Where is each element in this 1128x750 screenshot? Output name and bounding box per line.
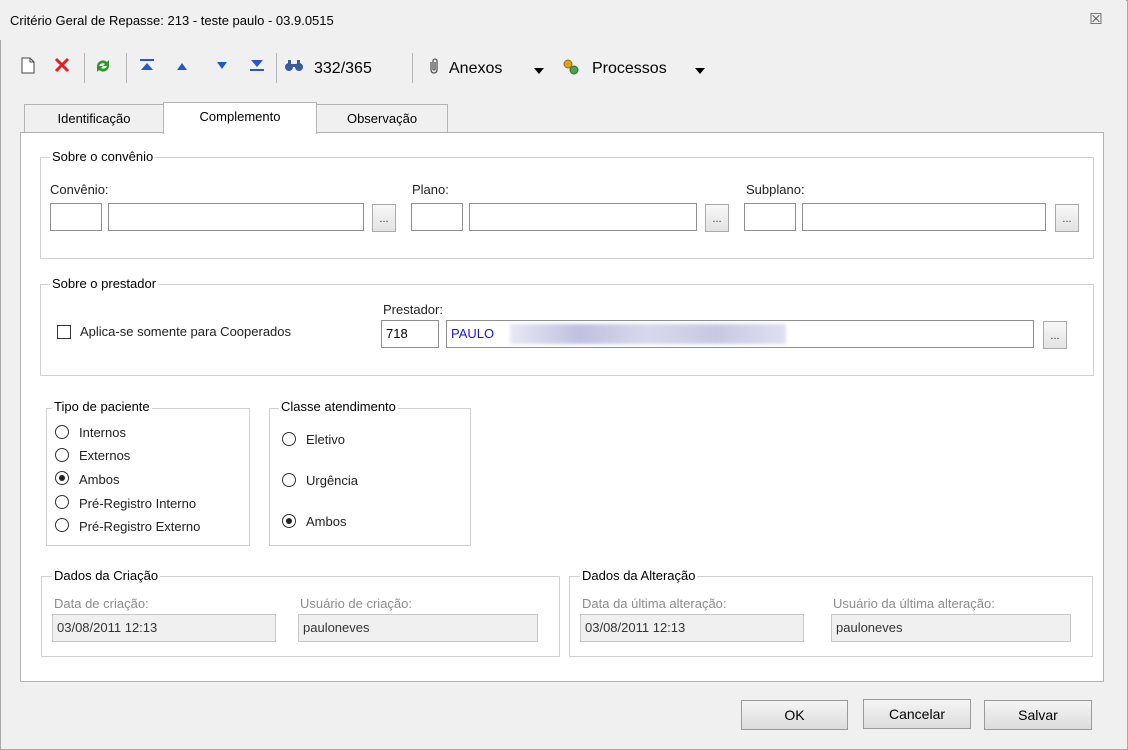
- toolbar-separator: [412, 53, 413, 83]
- classe-ambos-radio[interactable]: [282, 514, 296, 528]
- prestador-code-field[interactable]: 718: [381, 320, 439, 348]
- subplano-code-field[interactable]: [744, 203, 796, 231]
- chevron-down-icon[interactable]: [695, 68, 705, 74]
- tipo-pre-registro-interno-label[interactable]: Pré-Registro Interno: [79, 496, 196, 511]
- alteracao-date-label: Data da última alteração:: [582, 596, 727, 611]
- cooperados-checkbox-label[interactable]: Aplica-se somente para Cooperados: [80, 324, 291, 339]
- toolbar-separator: [126, 53, 127, 83]
- plano-lookup-button[interactable]: ...: [705, 204, 729, 232]
- first-record-icon[interactable]: [137, 57, 157, 79]
- new-icon[interactable]: [18, 57, 38, 79]
- plano-code-field[interactable]: [411, 203, 463, 231]
- criacao-user-field: pauloneves: [298, 614, 538, 642]
- title-bar: Critério Geral de Repasse: 213 - teste p…: [0, 0, 1126, 40]
- window-title: Critério Geral de Repasse: 213 - teste p…: [10, 13, 334, 28]
- classe-eletivo-label[interactable]: Eletivo: [306, 432, 345, 447]
- cancel-button[interactable]: Cancelar: [863, 699, 971, 729]
- tipo-ambos-radio[interactable]: [55, 471, 69, 485]
- criacao-user-label: Usuário de criação:: [300, 596, 412, 611]
- alteracao-date-field: 03/08/2011 12:13: [580, 614, 804, 642]
- ok-button[interactable]: OK: [741, 700, 848, 730]
- classe-atendimento-title: Classe atendimento: [279, 399, 398, 414]
- attachments-button[interactable]: Anexos: [449, 60, 502, 78]
- criacao-date-label: Data de criação:: [54, 596, 149, 611]
- tipo-internos-label[interactable]: Internos: [79, 425, 126, 440]
- convenio-label: Convênio:: [50, 182, 109, 197]
- criacao-date-field: 03/08/2011 12:13: [52, 614, 276, 642]
- classe-urgencia-label[interactable]: Urgência: [306, 473, 358, 488]
- convenio-lookup-button[interactable]: ...: [372, 204, 396, 232]
- tipo-pre-registro-externo-label[interactable]: Pré-Registro Externo: [79, 519, 200, 534]
- processes-icon[interactable]: [561, 57, 581, 79]
- tipo-pre-registro-interno-radio[interactable]: [55, 495, 69, 509]
- save-button[interactable]: Salvar: [984, 700, 1092, 730]
- classe-ambos-label[interactable]: Ambos: [306, 514, 346, 529]
- paperclip-icon[interactable]: [424, 57, 444, 79]
- alteracao-user-field: pauloneves: [831, 614, 1071, 642]
- convenio-code-field[interactable]: [50, 203, 102, 231]
- alteracao-user-label: Usuário da última alteração:: [833, 596, 995, 611]
- last-record-icon[interactable]: [247, 57, 267, 79]
- redacted-overlay: [510, 324, 786, 344]
- classe-atendimento-groupbox: [269, 408, 471, 546]
- subplano-lookup-button[interactable]: ...: [1055, 204, 1079, 232]
- next-record-icon[interactable]: [212, 57, 232, 79]
- chevron-down-icon[interactable]: [534, 68, 544, 74]
- previous-record-icon[interactable]: [172, 57, 192, 79]
- tab-identificacao[interactable]: Identificação: [24, 104, 164, 133]
- close-icon[interactable]: ☒: [1086, 10, 1106, 30]
- record-counter: 332/365: [314, 60, 372, 77]
- tipo-paciente-title: Tipo de paciente: [52, 399, 152, 414]
- subplano-name-field[interactable]: [802, 203, 1046, 231]
- tipo-externos-radio[interactable]: [55, 448, 69, 462]
- tab-observacao[interactable]: Observação: [316, 104, 448, 133]
- prestador-lookup-button[interactable]: ...: [1043, 321, 1067, 349]
- toolbar-separator: [276, 53, 277, 83]
- dados-criacao-title: Dados da Criação: [52, 568, 161, 583]
- dados-alteracao-title: Dados da Alteração: [580, 568, 698, 583]
- processes-button[interactable]: Processos: [592, 60, 667, 78]
- tipo-externos-label[interactable]: Externos: [79, 448, 130, 463]
- classe-urgencia-radio[interactable]: [282, 473, 296, 487]
- toolbar-separator: [84, 53, 85, 83]
- subplano-label: Subplano:: [746, 182, 805, 197]
- tab-complemento[interactable]: Complemento: [163, 102, 317, 134]
- plano-name-field[interactable]: [469, 203, 697, 231]
- search-icon[interactable]: [284, 57, 304, 79]
- refresh-icon[interactable]: [93, 57, 113, 79]
- delete-icon[interactable]: [52, 57, 72, 79]
- tipo-internos-radio[interactable]: [55, 425, 69, 439]
- prestador-section-title: Sobre o prestador: [50, 276, 159, 291]
- cooperados-checkbox[interactable]: [57, 325, 71, 339]
- tipo-pre-registro-externo-radio[interactable]: [55, 518, 69, 532]
- tipo-ambos-label[interactable]: Ambos: [79, 472, 119, 487]
- toolbar: 332/365 Anexos Processos: [8, 46, 1118, 90]
- prestador-label: Prestador:: [383, 302, 443, 317]
- plano-label: Plano:: [412, 182, 449, 197]
- convenio-section-title: Sobre o convênio: [50, 149, 156, 164]
- prestador-name-value: PAULO: [451, 326, 495, 341]
- classe-eletivo-radio[interactable]: [282, 432, 296, 446]
- convenio-name-field[interactable]: [108, 203, 364, 231]
